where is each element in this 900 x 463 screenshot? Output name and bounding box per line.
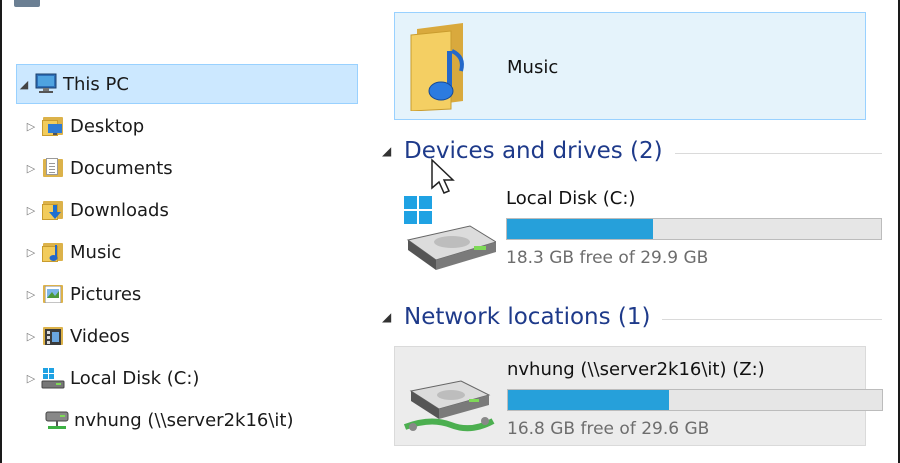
drive-free-space: 18.3 GB free of 29.9 GB <box>506 248 709 268</box>
drive-name: Local Disk (C:) <box>506 188 636 209</box>
nav-item-label: Pictures <box>70 283 142 305</box>
expand-arrow-icon[interactable]: ▷ <box>24 120 38 133</box>
drive-usage-bar <box>506 218 882 240</box>
network-drive-large-icon <box>403 380 495 432</box>
downloads-folder-icon <box>40 198 66 222</box>
nav-item-label: Desktop <box>70 115 145 137</box>
expand-arrow-icon[interactable]: ▷ <box>24 246 38 259</box>
drive-name: nvhung (\\server2k16\it) (Z:) <box>507 359 765 380</box>
nav-item-downloads[interactable]: ▷ Downloads <box>24 190 169 230</box>
pc-icon <box>33 72 59 96</box>
desktop-folder-icon <box>40 114 66 138</box>
expand-arrow-icon[interactable]: ◢ <box>17 78 31 91</box>
drive-tile-network[interactable]: nvhung (\\server2k16\it) (Z:) 16.8 GB fr… <box>394 346 883 446</box>
content-pane: Music ◢ Devices and drives (2) Local Dis… <box>370 0 898 463</box>
expand-arrow-icon[interactable]: ▷ <box>24 288 38 301</box>
collapse-arrow-icon[interactable]: ◢ <box>382 310 404 324</box>
nav-item-label: nvhung (\\server2k16\it) <box>74 409 294 431</box>
expand-arrow-icon[interactable]: ▷ <box>24 162 38 175</box>
nav-item-music[interactable]: ▷ Music <box>24 232 121 272</box>
nav-item-pictures[interactable]: ▷ Pictures <box>24 274 142 314</box>
drive-tile-local-disk[interactable]: Local Disk (C:) 18.3 GB free of 29.9 GB <box>394 176 882 276</box>
nav-item-desktop[interactable]: ▷ Desktop <box>24 106 144 146</box>
nav-item-label: This PC <box>63 73 129 95</box>
nav-item-label: Music <box>70 241 122 263</box>
folder-label-music: Music <box>507 57 559 78</box>
nav-item-label: Documents <box>70 157 173 179</box>
drive-usage-bar <box>507 389 883 411</box>
music-folder-large-icon <box>410 23 464 111</box>
expand-arrow-icon[interactable]: ▷ <box>24 330 38 343</box>
nav-item-label: Local Disk (C:) <box>70 367 200 389</box>
mouse-pointer-icon <box>431 158 455 194</box>
nav-item-local-disk[interactable]: ▷ Local Disk (C:) <box>24 358 199 398</box>
group-divider <box>674 152 882 154</box>
nav-item-network-drive[interactable]: nvhung (\\server2k16\it) <box>42 400 294 440</box>
nav-item-this-pc[interactable]: ◢ This PC <box>16 64 358 104</box>
music-folder-icon <box>40 240 66 264</box>
windows-drive-icon <box>40 366 66 390</box>
group-header-devices[interactable]: ◢ Devices and drives (2) <box>382 134 882 168</box>
folder-tile-music[interactable]: Music <box>394 12 866 120</box>
drive-free-space: 16.8 GB free of 29.6 GB <box>507 419 710 439</box>
videos-folder-icon <box>40 324 66 348</box>
nav-item-label: Videos <box>70 325 130 347</box>
drive-usage-fill <box>507 219 653 239</box>
group-header-network[interactable]: ◢ Network locations (1) <box>382 300 882 334</box>
group-divider <box>662 318 882 320</box>
collapse-arrow-icon[interactable]: ◢ <box>382 144 404 158</box>
navigation-pane: ◢ This PC ▷ Desktop ▷ Documents ▷ Downlo… <box>2 0 368 463</box>
windows-drive-large-icon <box>404 196 496 270</box>
nav-item-label: Downloads <box>70 199 169 221</box>
group-title: Network locations (1) <box>404 304 651 330</box>
expand-arrow-icon[interactable]: ▷ <box>24 372 38 385</box>
network-drive-icon <box>44 408 70 432</box>
nav-item-documents[interactable]: ▷ Documents <box>24 148 173 188</box>
nav-item-videos[interactable]: ▷ Videos <box>24 316 130 356</box>
pictures-folder-icon <box>40 282 66 306</box>
expand-arrow-icon[interactable]: ▷ <box>24 204 38 217</box>
documents-folder-icon <box>40 156 66 180</box>
drive-usage-fill <box>508 390 669 410</box>
